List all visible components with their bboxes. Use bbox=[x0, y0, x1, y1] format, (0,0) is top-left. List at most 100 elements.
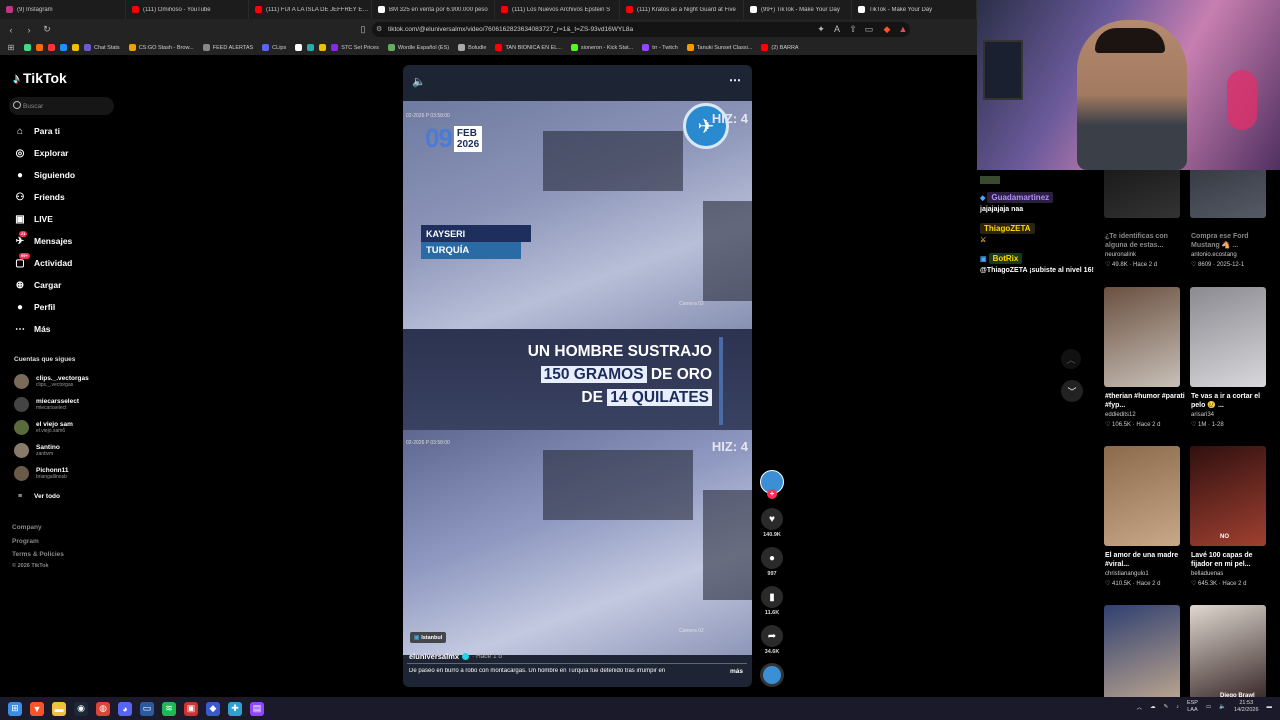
video-thumbnail[interactable] bbox=[1104, 446, 1180, 546]
nav-item-siguiendo[interactable]: ● Siguiendo bbox=[14, 167, 75, 183]
footer-terms-link[interactable]: Terms & Policies bbox=[12, 551, 64, 558]
nav-item-explorar[interactable]: ◎ Explorar bbox=[14, 145, 69, 161]
rewards-icon[interactable]: ▲ bbox=[896, 22, 910, 36]
share-action[interactable]: ➦ 34.6K bbox=[760, 625, 784, 655]
video-author[interactable]: eluniversalmx · Hace 1 d bbox=[409, 652, 502, 661]
bookmark-item[interactable]: Wordle Español (ES) bbox=[387, 44, 449, 51]
browser-tab[interactable]: BM 325 en venta por 6.900.000 peso bbox=[372, 0, 495, 19]
comment-action[interactable]: ● 997 bbox=[760, 547, 784, 577]
see-all-link[interactable]: ≡ Ver todo bbox=[14, 488, 60, 504]
tray-cloud-icon[interactable]: ☁ bbox=[1150, 704, 1156, 710]
bookmark-item[interactable]: CS:GO Stash - Brow... bbox=[128, 44, 194, 51]
browser-tab[interactable]: (9) Instagram bbox=[0, 0, 126, 19]
bookmark-item[interactable]: Boludle bbox=[458, 44, 486, 51]
video-thumbnail[interactable] bbox=[1190, 170, 1266, 218]
bookmark-icon[interactable]: ▯ bbox=[356, 22, 370, 36]
spotify-icon[interactable]: ≋ bbox=[162, 701, 176, 716]
share-arrow-icon[interactable]: ➦ bbox=[761, 625, 783, 647]
video-thumbnail[interactable] bbox=[1104, 605, 1180, 697]
file-explorer-icon[interactable]: ▬ bbox=[52, 701, 66, 716]
bookmark-item[interactable] bbox=[72, 44, 79, 51]
bookmark-item[interactable]: sioneron - Kick Stat... bbox=[570, 44, 633, 51]
like-action[interactable]: ♥ 140.9K bbox=[760, 508, 784, 538]
following-account[interactable]: Pichonn11 briangallinosb bbox=[14, 463, 69, 483]
nav-item-más[interactable]: ⋯ Más bbox=[14, 321, 51, 337]
following-account[interactable]: Santino zantivm bbox=[14, 440, 60, 460]
video-thumbnail[interactable] bbox=[1190, 287, 1266, 387]
bookmark-save-icon[interactable]: ▮ bbox=[761, 586, 783, 608]
bookmark-item[interactable] bbox=[36, 44, 43, 51]
previous-video-button[interactable]: ︿ bbox=[1061, 349, 1081, 369]
twitch-icon[interactable]: ▤ bbox=[250, 701, 264, 716]
browser-tab[interactable]: TikTok - Make Your Day bbox=[852, 0, 977, 19]
obs-icon[interactable]: ▣ bbox=[184, 701, 198, 716]
following-account[interactable]: miecarsselect miecarsselect bbox=[14, 394, 79, 414]
back-icon[interactable]: ‹ bbox=[4, 23, 18, 37]
search-input[interactable]: Buscar bbox=[9, 97, 114, 115]
browser-tab[interactable]: (111) Kratos as a Night Guard at Five bbox=[620, 0, 744, 19]
video-player[interactable]: 02-2026 P 03:58:00 Camera 02 09 FEB 2026… bbox=[403, 65, 752, 687]
video-thumbnail[interactable]: Diego Brawl bbox=[1190, 605, 1266, 697]
following-account[interactable]: clips._.vectorgas clips._.vectorgas bbox=[14, 371, 89, 391]
comment-icon[interactable]: ● bbox=[761, 547, 783, 569]
tiktok-logo[interactable]: ♪ TikTok bbox=[13, 70, 67, 86]
language-indicator[interactable]: ESP LAA bbox=[1187, 700, 1198, 714]
network-icon[interactable]: ▭ bbox=[1206, 704, 1211, 710]
see-more-button[interactable]: más bbox=[730, 668, 743, 675]
bookmark-item[interactable]: (2) BARRA bbox=[761, 44, 799, 51]
bookmark-item[interactable] bbox=[307, 44, 315, 51]
save-action[interactable]: ▮ 11.6K bbox=[760, 586, 784, 616]
bookmark-item[interactable]: Tanuki Sunset Classi... bbox=[686, 44, 752, 51]
heart-icon[interactable]: ♥ bbox=[761, 508, 783, 530]
clock[interactable]: 21:53 14/2/2026 bbox=[1234, 700, 1258, 714]
following-account[interactable]: el viejo sam el.viejo.sam6 bbox=[14, 417, 73, 437]
tray-chevron-icon[interactable]: ︿ bbox=[1137, 703, 1143, 711]
extension-icon[interactable]: ✦ bbox=[814, 22, 828, 36]
footer-program-link[interactable]: Program bbox=[12, 538, 39, 545]
tray-mic-icon[interactable]: ♪ bbox=[1176, 704, 1179, 710]
bookmark-item[interactable]: TAN BIONICA EN EL... bbox=[495, 44, 562, 51]
music-disc-icon[interactable] bbox=[760, 663, 784, 687]
video-thumbnail[interactable] bbox=[1104, 287, 1180, 387]
forward-icon[interactable]: › bbox=[22, 23, 36, 37]
bookmark-item[interactable] bbox=[60, 44, 67, 51]
discord-icon[interactable]: ◕ bbox=[118, 701, 132, 716]
nav-item-actividad[interactable]: ▢ 99+ Actividad bbox=[14, 253, 72, 271]
browser-tab[interactable]: (111) FUI A LA ISLA DE JEFFREY EPST bbox=[249, 0, 372, 19]
browser-tab[interactable]: (111) Ominoso - YouTube bbox=[126, 0, 249, 19]
nav-item-perfil[interactable]: ● Perfil bbox=[14, 299, 55, 315]
footer-company-link[interactable]: Company bbox=[12, 524, 42, 531]
bookmark-item[interactable] bbox=[319, 44, 327, 51]
apps-grid-icon[interactable]: ⊞ bbox=[4, 41, 18, 55]
windows-start-icon[interactable]: ⊞ bbox=[8, 701, 22, 716]
video-thumbnail[interactable]: NO bbox=[1190, 446, 1266, 546]
site-info-icon[interactable]: ⚙ bbox=[376, 25, 382, 33]
bookmark-item[interactable]: trr - Twitch bbox=[642, 44, 678, 51]
bookmark-item[interactable] bbox=[48, 44, 55, 51]
browser-tab[interactable]: (99+) TikTok - Make Your Day bbox=[744, 0, 852, 19]
bookmark-item[interactable] bbox=[24, 44, 31, 51]
tray-pen-icon[interactable]: ✎ bbox=[1164, 704, 1169, 710]
location-tag[interactable]: ▣ Istanbul bbox=[410, 632, 447, 643]
brave-shield-icon[interactable]: ◆ bbox=[880, 22, 894, 36]
nav-item-para-ti[interactable]: ⌂ Para ti bbox=[14, 123, 60, 139]
bookmark-item[interactable]: STC Set Prices bbox=[331, 44, 379, 51]
steam-icon[interactable]: ◉ bbox=[74, 701, 88, 716]
reload-icon[interactable]: ↻ bbox=[40, 23, 54, 37]
translate-icon[interactable]: A bbox=[830, 22, 844, 36]
video-thumbnail[interactable] bbox=[1104, 170, 1180, 218]
bookmark-item[interactable] bbox=[295, 44, 303, 51]
chrome-icon[interactable]: ◍ bbox=[96, 701, 110, 716]
more-options-icon[interactable]: ⋯ bbox=[729, 73, 741, 87]
bookmark-item[interactable]: Chat Stats bbox=[84, 44, 120, 51]
progress-bar[interactable] bbox=[407, 663, 747, 664]
notifications-icon[interactable]: ▬ bbox=[1267, 704, 1273, 710]
nav-item-friends[interactable]: ⚇ Friends bbox=[14, 189, 65, 205]
network-app-icon[interactable]: ◆ bbox=[206, 701, 220, 716]
nav-item-mensajes[interactable]: ✈ 21 Mensajes bbox=[14, 231, 72, 249]
nav-item-cargar[interactable]: ⊕ Cargar bbox=[14, 277, 62, 293]
follow-plus-icon[interactable]: + bbox=[767, 489, 777, 499]
brave-browser-icon[interactable]: ▼ bbox=[30, 701, 44, 716]
browser-tab[interactable]: (111) Los Nuevos Archivos Epstein S bbox=[495, 0, 620, 19]
bookmark-item[interactable]: FEED ALERTAS bbox=[202, 44, 253, 51]
